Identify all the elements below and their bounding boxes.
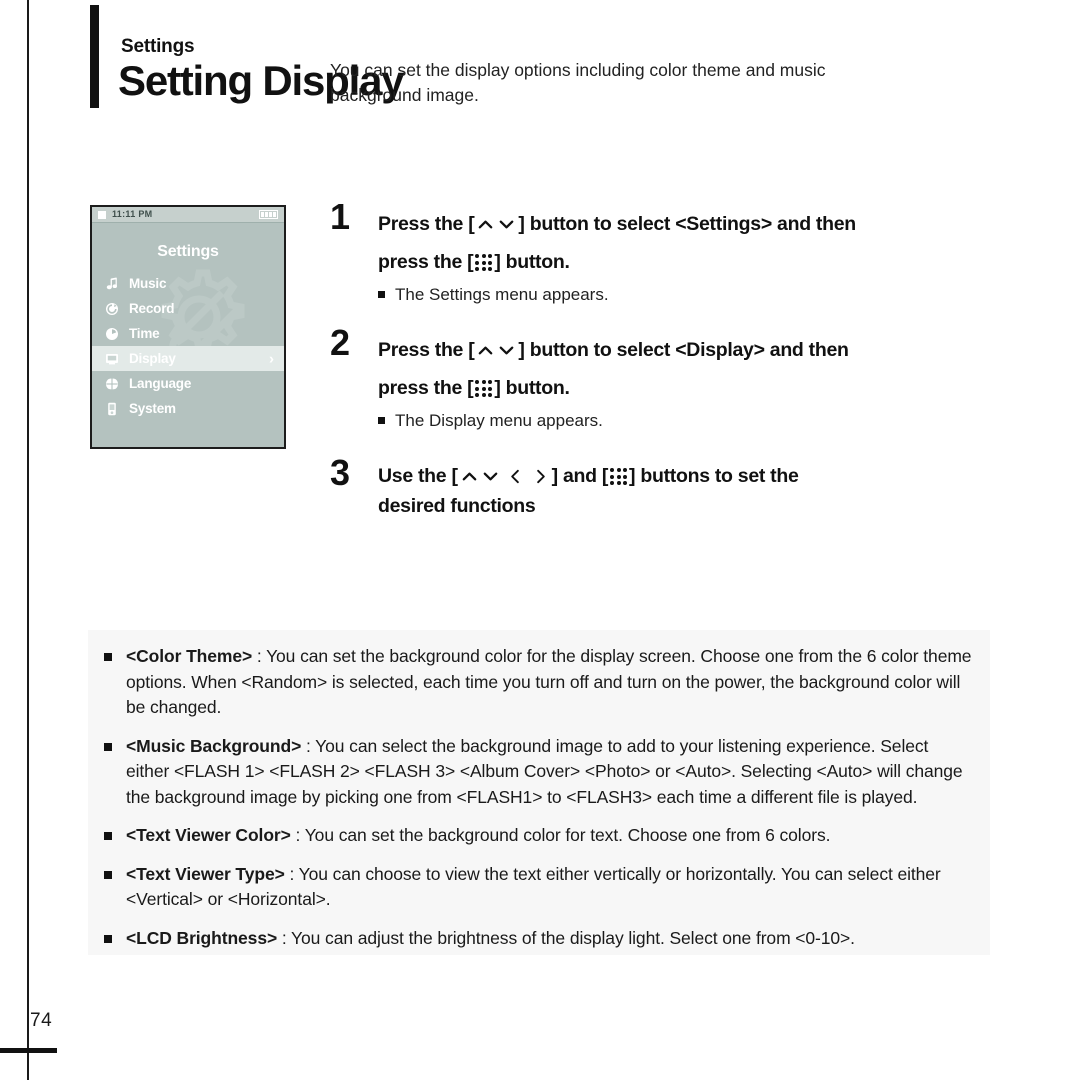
step-text-part: desired functions [378, 495, 536, 517]
device-menu-item-system[interactable]: System [92, 396, 284, 421]
monitor-icon [104, 351, 119, 366]
device-menu-label: Record [129, 301, 175, 316]
bullet-square-icon [104, 742, 112, 751]
step-text-part: ] buttons to set the [629, 465, 799, 487]
device-screen-mockup: 11:11 PM Settings Music Record Time Disp… [90, 205, 286, 449]
step-text-part: Press the [ [378, 213, 475, 235]
note-text-viewer-color: <Text Viewer Color> : You can set the ba… [104, 823, 974, 849]
step-text-part: ] button. [494, 251, 570, 273]
chevron-down-icon [483, 472, 497, 481]
note-text: <LCD Brightness> : You can adjust the br… [126, 926, 855, 952]
page-number: 74 [30, 1010, 53, 1031]
header-accent-bar [90, 5, 99, 108]
header-kicker: Settings [121, 36, 195, 57]
direction-key-group [459, 467, 551, 486]
bullet-square-icon [104, 832, 112, 840]
step-text-part: press the [ [378, 251, 474, 273]
device-menu-item-display[interactable]: Display › [92, 346, 284, 371]
globe-icon [104, 376, 119, 391]
chevron-left-icon [510, 470, 519, 484]
chevron-right-icon [536, 470, 545, 484]
step-text-part: ] button to select <Display> and then [518, 339, 849, 361]
step-text-part: Use the [ [378, 465, 458, 487]
up-down-key-group [475, 215, 517, 234]
instruction-steps: 1 Press the [ ] button to select <Setting… [330, 199, 990, 529]
bullet-square-icon [104, 870, 112, 879]
record-loop-icon [104, 301, 119, 316]
device-menu-label: Language [129, 376, 192, 391]
device-menu-item-music[interactable]: Music [92, 271, 284, 296]
dot-grid-key-icon [610, 468, 628, 486]
step-instruction: Use the [ ] and [ ] buttons to set the des… [378, 461, 990, 521]
clock-icon [104, 326, 119, 341]
up-down-key-group [475, 341, 517, 360]
bullet-square-icon [378, 417, 385, 424]
step-text-part: ] button. [494, 377, 570, 399]
page-left-rule [27, 0, 29, 1080]
note-color-theme: <Color Theme> : You can set the backgrou… [104, 644, 974, 721]
device-menu-label: Display [129, 351, 176, 366]
dot-grid-key-icon [475, 380, 493, 398]
page-bottom-rule [0, 1048, 57, 1053]
note-music-background: <Music Background> : You can select the … [104, 734, 974, 811]
music-note-icon [104, 276, 119, 291]
note-term: <LCD Brightness> [126, 927, 278, 948]
step-instruction: Press the [ ] button to select <Settings>… [378, 205, 990, 281]
chevron-up-icon [479, 346, 493, 355]
device-settings-menu: Music Record Time Display › Language Sys… [92, 271, 284, 421]
header-description: You can set the display options includin… [330, 60, 826, 105]
note-text: <Text Viewer Type> : You can choose to v… [126, 862, 974, 913]
step-text-part: ] button to select <Settings> and then [518, 213, 856, 235]
step-2: 2 Press the [ ] button to select <Display… [330, 325, 990, 433]
device-menu-item-language[interactable]: Language [92, 371, 284, 396]
note-text: <Music Background> : You can select the … [126, 734, 974, 811]
step-instruction: Press the [ ] button to select <Display> … [378, 331, 990, 407]
step-text-part: ] and [ [551, 465, 609, 487]
step-note: The Display menu appears. [378, 409, 990, 433]
chevron-down-icon [500, 346, 514, 355]
battery-full-icon [259, 210, 278, 219]
note-term: <Text Viewer Color> [126, 825, 291, 845]
device-menu-item-time[interactable]: Time [92, 321, 284, 346]
note-lcd-brightness: <LCD Brightness> : You can adjust the br… [104, 926, 974, 952]
note-term: <Text Viewer Type> [126, 863, 285, 884]
chevron-down-icon [500, 220, 514, 229]
device-time: 11:11 PM [112, 209, 153, 219]
note-body: : You can adjust the brightness of the d… [277, 927, 855, 948]
options-notes-panel: <Color Theme> : You can set the backgrou… [88, 630, 990, 955]
device-menu-label: Time [129, 326, 160, 341]
bullet-square-icon [104, 653, 112, 661]
step-note-text: The Settings menu appears. [395, 285, 609, 304]
device-menu-label: Music [129, 276, 167, 291]
note-body: : You can set the background color for t… [290, 825, 831, 845]
chevron-right-icon: › [269, 350, 274, 367]
step-number: 2 [330, 322, 351, 363]
device-icon [104, 401, 119, 416]
chevron-up-icon [462, 472, 476, 481]
step-text-part: press the [ [378, 377, 474, 399]
step-number: 3 [330, 452, 351, 493]
note-text: <Color Theme> : You can set the backgrou… [126, 644, 974, 721]
note-text: <Text Viewer Color> : You can set the ba… [126, 823, 830, 849]
chevron-up-icon [479, 220, 493, 229]
note-body: : You can set the background color for t… [126, 646, 972, 717]
device-status-bar: 11:11 PM [92, 207, 284, 223]
device-screen-title: Settings [157, 243, 219, 260]
bullet-square-icon [378, 291, 385, 298]
bullet-square-icon [104, 934, 112, 943]
note-term: <Color Theme> [126, 646, 253, 666]
stop-square-icon [98, 211, 106, 219]
step-note-text: The Display menu appears. [395, 411, 603, 430]
step-note: The Settings menu appears. [378, 283, 990, 307]
dot-grid-key-icon [475, 254, 493, 272]
step-1: 1 Press the [ ] button to select <Setting… [330, 199, 990, 307]
step-3: 3 Use the [ ] and [ ] buttons to set the d… [330, 455, 990, 521]
step-number: 1 [330, 196, 351, 237]
device-menu-label: System [129, 401, 176, 416]
step-text-part: Press the [ [378, 339, 475, 361]
note-text-viewer-type: <Text Viewer Type> : You can choose to v… [104, 862, 974, 913]
device-menu-item-record[interactable]: Record [92, 296, 284, 321]
note-term: <Music Background> [126, 735, 302, 756]
